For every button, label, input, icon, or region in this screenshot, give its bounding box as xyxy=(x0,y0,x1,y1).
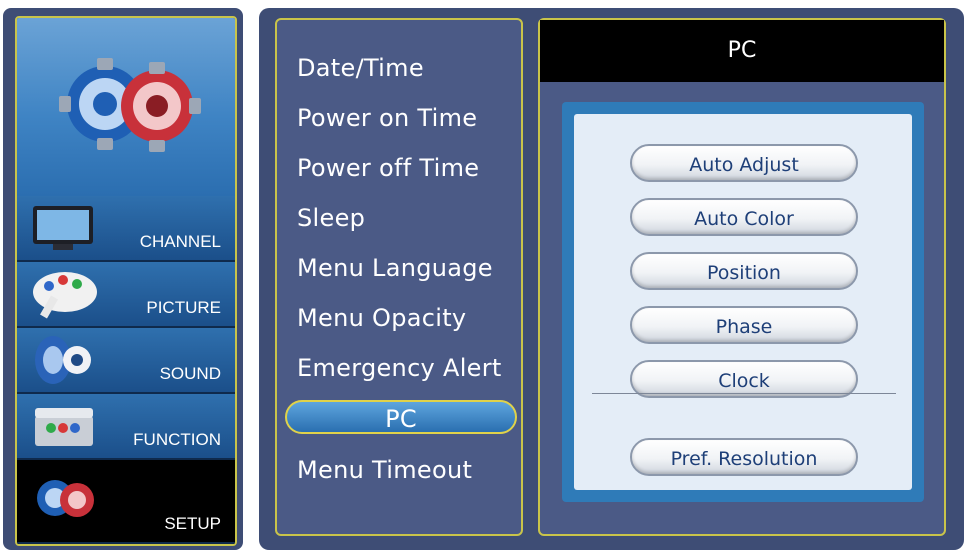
divider xyxy=(592,393,896,394)
auto-color-button[interactable]: Auto Color xyxy=(630,198,858,236)
gears-icon xyxy=(59,58,201,152)
category-label: SOUND xyxy=(159,364,221,383)
menu-item-power-on-time[interactable]: Power on Time xyxy=(297,104,477,132)
category-sound[interactable]: SOUND xyxy=(17,328,235,394)
category-channel[interactable]: CHANNEL xyxy=(17,196,235,262)
menu-item-menu-timeout[interactable]: Menu Timeout xyxy=(297,456,472,484)
category-frame: CHANNEL PICTURE SOUND FUNCTION SETUP xyxy=(15,16,237,546)
category-function[interactable]: FUNCTION xyxy=(17,394,235,460)
tv-icon xyxy=(33,206,93,250)
category-label: CHANNEL xyxy=(139,232,221,251)
panel-title: PC xyxy=(540,20,944,82)
category-setup[interactable]: SETUP xyxy=(17,460,235,544)
category-panel: CHANNEL PICTURE SOUND FUNCTION SETUP xyxy=(3,8,243,550)
menu-item-date-time[interactable]: Date/Time xyxy=(297,54,424,82)
setup-hero-banner xyxy=(17,18,235,198)
phase-button[interactable]: Phase xyxy=(630,306,858,344)
category-label: FUNCTION xyxy=(133,430,221,449)
toolbox-icon xyxy=(35,408,93,446)
menu-item-menu-opacity[interactable]: Menu Opacity xyxy=(297,304,466,332)
settings-panel: Date/Time Power on Time Power off Time S… xyxy=(259,8,964,550)
pc-button-area: Auto Adjust Auto Color Position Phase Cl… xyxy=(574,114,912,490)
speaker-icon xyxy=(35,336,91,384)
pc-button-frame: Auto Adjust Auto Color Position Phase Cl… xyxy=(562,102,924,502)
gears-icon xyxy=(37,480,94,517)
category-picture[interactable]: PICTURE xyxy=(17,262,235,328)
pc-settings-panel: PC Auto Adjust Auto Color Position Phase… xyxy=(538,18,946,536)
position-button[interactable]: Position xyxy=(630,252,858,290)
menu-item-sleep[interactable]: Sleep xyxy=(297,204,365,232)
menu-item-power-off-time[interactable]: Power off Time xyxy=(297,154,479,182)
palette-icon xyxy=(33,272,97,319)
menu-item-pc[interactable]: PC xyxy=(285,400,517,434)
setup-menu: Date/Time Power on Time Power off Time S… xyxy=(275,18,523,536)
auto-adjust-button[interactable]: Auto Adjust xyxy=(630,144,858,182)
pref-resolution-button[interactable]: Pref. Resolution xyxy=(630,438,858,476)
menu-item-emergency-alert[interactable]: Emergency Alert xyxy=(297,354,502,382)
category-label: SETUP xyxy=(164,514,221,533)
menu-item-menu-language[interactable]: Menu Language xyxy=(297,254,493,282)
category-label: PICTURE xyxy=(146,298,221,317)
